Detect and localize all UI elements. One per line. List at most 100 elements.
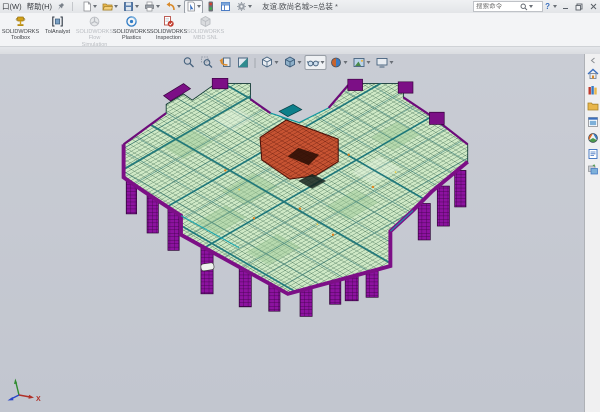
- taskpane-solidworks-resources[interactable]: [586, 67, 599, 80]
- model-white-opening: [201, 262, 215, 271]
- heads-up-view-toolbar: [181, 55, 396, 70]
- taskpane-solidworks-forum[interactable]: [586, 163, 599, 176]
- inspection-icon: [162, 15, 175, 28]
- ribbon-solidworks-flow-simulation[interactable]: SOLIDWORKS Flow Simulation: [76, 13, 113, 48]
- zoom-to-area-icon: [201, 56, 214, 69]
- collapse-chevron-icon[interactable]: [589, 57, 597, 64]
- books-icon: [587, 84, 599, 96]
- chevron-down-icon: [135, 5, 139, 8]
- chevron-down-icon: [344, 61, 348, 64]
- chevron-down-icon: [197, 5, 201, 8]
- graphics-viewport[interactable]: X: [0, 54, 600, 412]
- ribbon-solidworks-inspection[interactable]: SOLIDWORKS Inspection: [150, 13, 187, 42]
- hide-show-items-icon: [307, 56, 320, 69]
- chevron-down-icon: [248, 5, 252, 8]
- taskpane-file-explorer[interactable]: [586, 99, 599, 112]
- rebuild-button[interactable]: [204, 0, 217, 14]
- chevron-down-icon[interactable]: [553, 5, 557, 8]
- toolbox-icon: [14, 15, 27, 28]
- search-icon[interactable]: [520, 3, 528, 11]
- ribbon-tolanalyst[interactable]: TolAnalyst: [39, 13, 76, 35]
- chevron-down-icon: [367, 61, 371, 64]
- print-icon: [144, 1, 155, 12]
- chevron-down-icon[interactable]: [529, 5, 533, 8]
- edit-appearance-button[interactable]: [328, 55, 350, 70]
- search-input[interactable]: [476, 3, 520, 10]
- open-icon: [102, 1, 113, 12]
- select-button[interactable]: [184, 0, 203, 14]
- menu-help[interactable]: 帮助(H): [27, 1, 52, 12]
- display-style-icon: [284, 56, 297, 69]
- triad-z-arrow: [8, 397, 14, 401]
- forum-windows-icon: [587, 164, 599, 176]
- view-orientation-cube-icon: [261, 56, 274, 69]
- taskpane-view-palette[interactable]: [586, 115, 599, 128]
- zoom-to-fit-button[interactable]: [181, 55, 198, 70]
- section-view-icon: [237, 56, 250, 69]
- reference-triad: X: [2, 376, 46, 408]
- triad-x-label: X: [36, 396, 41, 403]
- minimize-button[interactable]: [559, 1, 571, 12]
- view-palette-icon: [587, 116, 599, 128]
- close-icon: [590, 3, 597, 10]
- ribbon-solidworks-toolbox[interactable]: SOLIDWORKS Toolbox: [2, 13, 39, 42]
- previous-view-button[interactable]: [217, 55, 234, 70]
- home-icon: [587, 68, 599, 80]
- print-button[interactable]: [142, 0, 162, 14]
- display-style-button[interactable]: [282, 55, 304, 70]
- appearances-sphere-icon: [587, 132, 599, 144]
- open-button[interactable]: [100, 0, 120, 14]
- triad-x-arrow: [29, 395, 35, 399]
- chevron-down-icon: [177, 5, 181, 8]
- command-search: [473, 1, 543, 12]
- chevron-down-icon: [156, 5, 160, 8]
- toolbar-separator: [72, 2, 73, 11]
- ribbon-solidworks-mbd[interactable]: SOLIDWORKS MBD SNL: [187, 13, 224, 42]
- view-settings-icon: [376, 56, 389, 69]
- help-button[interactable]: ?: [545, 2, 550, 11]
- restore-button[interactable]: [573, 1, 585, 12]
- chevron-down-icon: [321, 61, 325, 64]
- view-orientation-button[interactable]: [259, 55, 281, 70]
- chevron-down-icon: [114, 5, 118, 8]
- taskpane-custom-properties[interactable]: [586, 147, 599, 160]
- rebuild-icon: [206, 1, 215, 12]
- model-canvas[interactable]: [0, 54, 600, 412]
- file-properties-icon: [220, 1, 231, 12]
- file-properties-button[interactable]: [218, 0, 233, 14]
- section-view-button[interactable]: [235, 55, 252, 70]
- quick-access-toolbar: [80, 0, 254, 14]
- taskpane-design-library[interactable]: [586, 83, 599, 96]
- chevron-down-icon: [298, 61, 302, 64]
- menu-window[interactable]: 口(W): [2, 1, 22, 12]
- options-button[interactable]: [234, 0, 254, 14]
- new-button[interactable]: [80, 0, 99, 14]
- new-icon: [82, 1, 92, 12]
- view-settings-button[interactable]: [374, 55, 396, 70]
- triad-y-arrow: [14, 379, 17, 385]
- apply-scene-button[interactable]: [351, 55, 373, 70]
- model-deck: [124, 84, 468, 294]
- select-icon: [186, 1, 196, 12]
- taskpane-appearances-scenes[interactable]: [586, 131, 599, 144]
- save-button[interactable]: [121, 0, 141, 14]
- flow-simulation-icon: [88, 15, 101, 28]
- close-button[interactable]: [587, 1, 599, 12]
- ribbon-solidworks-plastics[interactable]: SOLIDWORKS Plastics: [113, 13, 150, 42]
- undo-icon: [165, 1, 176, 12]
- previous-view-icon: [219, 56, 232, 69]
- solidworks-window: 口(W) 帮助(H): [0, 0, 600, 412]
- chevron-down-icon: [390, 61, 394, 64]
- zoom-to-area-button[interactable]: [199, 55, 216, 70]
- folder-icon: [587, 100, 599, 112]
- options-gear-icon: [236, 1, 247, 12]
- titlebar: 口(W) 帮助(H): [0, 0, 600, 14]
- plastics-icon: [125, 15, 138, 28]
- undo-button[interactable]: [163, 0, 183, 14]
- mbd-icon: [199, 15, 212, 28]
- task-pane-strip: [584, 54, 600, 412]
- apply-scene-icon: [353, 56, 366, 69]
- minimize-icon: [562, 3, 569, 10]
- hide-show-items-button[interactable]: [305, 55, 327, 70]
- custom-properties-icon: [587, 148, 599, 160]
